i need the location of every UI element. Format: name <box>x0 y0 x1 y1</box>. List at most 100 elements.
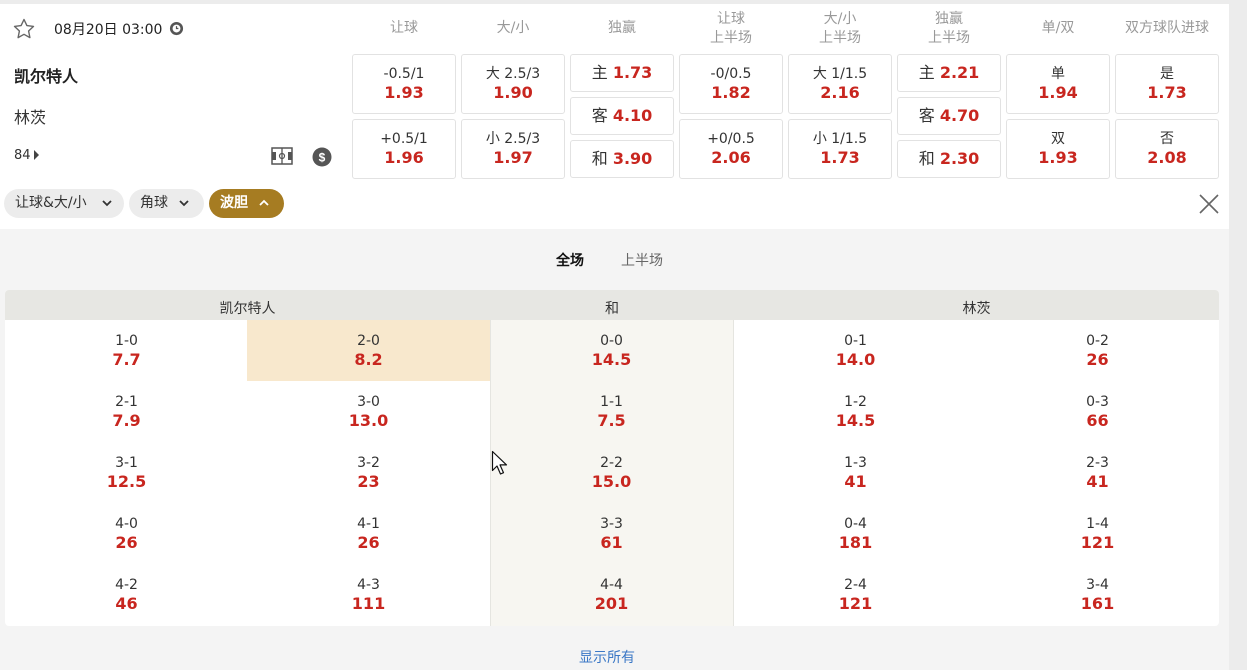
score-cell-0-4[interactable]: 0-4 181 <box>734 503 977 564</box>
score-cell-4-3[interactable]: 4-3 111 <box>247 564 490 625</box>
filter-label: 让球&大/小 <box>15 195 87 211</box>
odds-value: 1.82 <box>711 83 751 102</box>
score-odds: 121 <box>838 594 873 613</box>
cash-out-icon[interactable]: $ <box>312 147 332 167</box>
tab-first-half[interactable]: 上半场 <box>621 250 663 270</box>
score-label: 3-4 <box>1086 577 1109 593</box>
odds-button-over-1h[interactable]: 大 1/1.5 2.16 <box>788 54 892 114</box>
score-odds: 12.5 <box>106 472 147 491</box>
favorite-star-icon[interactable] <box>12 17 36 41</box>
filter-corners[interactable]: 角球 <box>129 189 204 218</box>
odds-button-over[interactable]: 大 2.5/3 1.90 <box>461 54 565 114</box>
score-cell-1-0[interactable]: 1-0 7.7 <box>5 320 248 381</box>
score-cell-2-4[interactable]: 2-4 121 <box>734 564 977 625</box>
odds-button-handicap-away[interactable]: +0.5/1 1.96 <box>352 119 456 179</box>
score-label: 0-4 <box>844 516 867 532</box>
score-label: 0-0 <box>600 333 623 349</box>
score-odds: 14.5 <box>835 411 876 430</box>
odds-value: 4.70 <box>939 106 980 125</box>
score-cell-0-1[interactable]: 0-1 14.0 <box>734 320 977 381</box>
odds-button-moneyline-draw[interactable]: 和 3.90 <box>570 140 674 178</box>
show-all-link[interactable]: 显示所有 <box>579 647 635 667</box>
odds-button-under-1h[interactable]: 小 1/1.5 1.73 <box>788 119 892 179</box>
filter-correct-score[interactable]: 波胆 <box>209 189 284 218</box>
odds-value: 4.10 <box>612 106 653 125</box>
close-icon[interactable] <box>1197 192 1221 216</box>
score-odds: 111 <box>351 594 386 613</box>
score-odds: 41 <box>1086 472 1109 491</box>
score-odds: 121 <box>1080 533 1115 552</box>
score-cell-1-4[interactable]: 1-4 121 <box>976 503 1219 564</box>
odds-button-moneyline-home[interactable]: 主 1.73 <box>570 54 674 92</box>
score-cell-0-2[interactable]: 0-2 26 <box>976 320 1219 381</box>
odds-label: -0.5/1 <box>383 66 425 82</box>
odds-button-odd[interactable]: 单 1.94 <box>1006 54 1110 114</box>
filter-label: 角球 <box>140 195 168 211</box>
odds-button-handicap-home[interactable]: -0.5/1 1.93 <box>352 54 456 114</box>
tab-full-time[interactable]: 全场 <box>556 250 584 270</box>
score-cell-4-1[interactable]: 4-1 26 <box>247 503 490 564</box>
match-datetime: 08月20日 03:00 <box>54 22 163 38</box>
odds-button-moneyline-1h-away[interactable]: 客 4.70 <box>897 97 1001 135</box>
score-odds: 66 <box>1086 411 1109 430</box>
score-odds: 23 <box>357 472 380 491</box>
score-cell-4-2[interactable]: 4-2 46 <box>5 564 248 625</box>
score-cell-0-0[interactable]: 0-0 14.5 <box>490 320 733 381</box>
odds-button-handicap-1h-home[interactable]: -0/0.5 1.82 <box>679 54 783 114</box>
score-label: 1-1 <box>600 394 623 410</box>
score-cell-1-1[interactable]: 1-1 7.5 <box>490 381 733 442</box>
odds-label: 小 2.5/3 <box>485 131 541 147</box>
score-cell-2-2[interactable]: 2-2 15.0 <box>490 442 733 503</box>
score-cell-4-4[interactable]: 4-4 201 <box>490 564 733 625</box>
score-label: 1-4 <box>1086 516 1109 532</box>
score-cell-3-0[interactable]: 3-0 13.0 <box>247 381 490 442</box>
score-cell-4-0[interactable]: 4-0 26 <box>5 503 248 564</box>
odds-button-moneyline-away[interactable]: 客 4.10 <box>570 97 674 135</box>
match-odds-page: 08月20日 03:00 凯尔特人 林茨 84 $ 让球 大/小 独赢 让球 上… <box>0 0 1247 670</box>
col-header-oddeven: 单/双 <box>1041 20 1075 36</box>
filter-label: 波胆 <box>220 195 248 211</box>
odds-button-moneyline-1h-home[interactable]: 主 2.21 <box>897 54 1001 92</box>
odds-button-btts-yes[interactable]: 是 1.73 <box>1115 54 1219 114</box>
score-label: 3-1 <box>115 455 138 471</box>
odds-button-moneyline-1h-draw[interactable]: 和 2.30 <box>897 140 1001 178</box>
odds-label: 主 <box>591 63 608 82</box>
score-cell-2-1[interactable]: 2-1 7.9 <box>5 381 248 442</box>
score-cell-1-3[interactable]: 1-3 41 <box>734 442 977 503</box>
odds-label: +0/0.5 <box>707 131 755 147</box>
score-cell-3-2[interactable]: 3-2 23 <box>247 442 490 503</box>
odds-value: 1.94 <box>1038 83 1078 102</box>
score-odds: 161 <box>1080 594 1115 613</box>
col-header-overunder: 大/小 <box>496 20 530 36</box>
odds-button-under[interactable]: 小 2.5/3 1.97 <box>461 119 565 179</box>
odds-label: 和 <box>918 149 935 168</box>
score-cell-0-3[interactable]: 0-3 66 <box>976 381 1219 442</box>
odds-label: 和 <box>591 149 608 168</box>
score-label: 1-2 <box>844 394 867 410</box>
score-label: 1-0 <box>115 333 138 349</box>
odds-button-even[interactable]: 双 1.93 <box>1006 119 1110 179</box>
score-label: 3-2 <box>357 455 380 471</box>
score-label: 2-4 <box>844 577 867 593</box>
odds-label: 是 <box>1160 66 1174 82</box>
odds-button-btts-no[interactable]: 否 2.08 <box>1115 119 1219 179</box>
odds-value: 2.08 <box>1147 148 1187 167</box>
odds-value: 2.30 <box>939 149 980 168</box>
score-cell-3-1[interactable]: 3-1 12.5 <box>5 442 248 503</box>
odds-value: 3.90 <box>612 149 653 168</box>
score-label: 0-2 <box>1086 333 1109 349</box>
score-label: 2-2 <box>600 455 623 471</box>
odds-value: 2.16 <box>820 83 860 102</box>
score-cell-2-3[interactable]: 2-3 41 <box>976 442 1219 503</box>
more-markets-link[interactable]: 84 <box>14 148 39 163</box>
odds-label: +0.5/1 <box>380 131 428 147</box>
score-cell-2-0[interactable]: 2-0 8.2 <box>247 320 490 381</box>
score-cell-3-3[interactable]: 3-3 61 <box>490 503 733 564</box>
pitch-icon[interactable] <box>271 147 293 165</box>
odds-label: 大 1/1.5 <box>812 66 868 82</box>
filter-handicap-overunder[interactable]: 让球&大/小 <box>4 189 124 218</box>
odds-button-handicap-1h-away[interactable]: +0/0.5 2.06 <box>679 119 783 179</box>
odds-value: 1.97 <box>493 148 533 167</box>
score-cell-3-4[interactable]: 3-4 161 <box>976 564 1219 625</box>
score-cell-1-2[interactable]: 1-2 14.5 <box>734 381 977 442</box>
